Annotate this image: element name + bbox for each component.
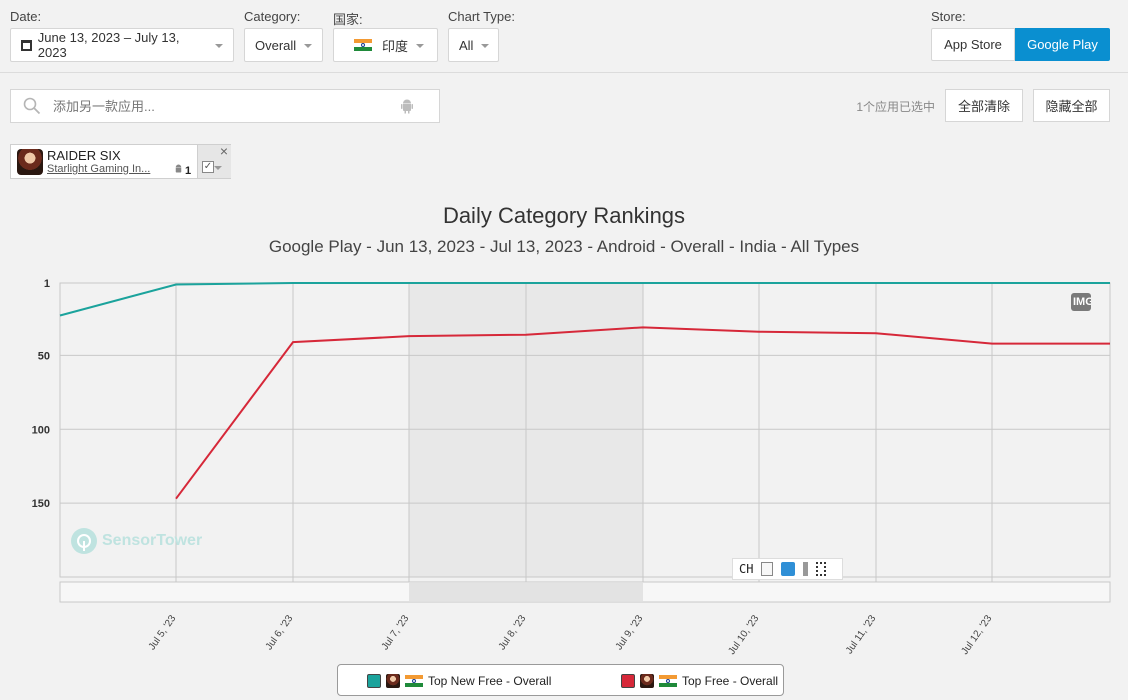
close-icon[interactable]: × xyxy=(220,143,228,159)
india-flag-icon xyxy=(659,675,677,687)
sensortower-logo-icon xyxy=(71,528,97,554)
img-badge[interactable]: IMG xyxy=(1071,293,1091,311)
x-tick-label: Jul 12, '23 xyxy=(959,613,994,657)
x-tick-label: Jul 7, '23 xyxy=(380,613,412,652)
input-method-toolbar: CH xyxy=(732,558,843,580)
chart-legend: Top New Free - Overall Top Free - Overal… xyxy=(337,664,784,696)
chevron-down-icon xyxy=(416,44,425,48)
sensortower-watermark: SensorTower xyxy=(70,527,202,555)
navigator-highlight xyxy=(409,583,643,601)
app-avatar-icon xyxy=(386,674,400,688)
hide-all-button[interactable]: 隐藏全部 xyxy=(1033,89,1110,122)
chart-type-value: All xyxy=(459,37,474,53)
chart-type-label: Chart Type: xyxy=(448,9,515,24)
country-label: 国家: xyxy=(333,12,363,27)
country-value: 印度 xyxy=(382,38,409,54)
navigator-strip xyxy=(59,581,1111,603)
date-range-value: June 13, 2023 – July 13, 2023 xyxy=(37,30,180,60)
app-icon xyxy=(17,149,43,175)
x-tick-label: Jul 10, '23 xyxy=(726,613,761,657)
category-label: Category: xyxy=(244,9,301,24)
date-range-dropdown[interactable]: June 13, 2023 – July 13, 2023 xyxy=(10,28,234,62)
document-icon[interactable] xyxy=(761,562,774,576)
plot-area xyxy=(60,283,1110,577)
app-name: RAIDER SIX xyxy=(47,148,121,163)
y-tick-label: 1 xyxy=(44,278,50,290)
india-flag-icon xyxy=(354,39,372,51)
y-tick-label: 50 xyxy=(38,350,50,362)
app-avatar-icon xyxy=(640,674,654,688)
publisher-link[interactable]: Starlight Gaming In... xyxy=(47,163,150,175)
series-line xyxy=(59,282,1110,317)
chart-type-dropdown[interactable]: All xyxy=(448,28,499,62)
calendar-icon xyxy=(21,39,32,51)
ime-label[interactable]: CH xyxy=(739,562,753,576)
app-card-controls: × ✓ xyxy=(197,143,231,178)
category-value: Overall xyxy=(255,37,297,53)
android-icon xyxy=(401,99,413,114)
legend-label: Top New Free - Overall xyxy=(428,674,552,688)
y-tick-label: 150 xyxy=(32,498,50,510)
selected-count: 1个应用已选中 xyxy=(856,100,935,114)
india-flag-icon xyxy=(405,675,423,687)
x-tick-label: Jul 11, '23 xyxy=(844,613,879,656)
legend-swatch xyxy=(367,674,381,688)
plot-border xyxy=(59,282,1111,578)
chart-title: Daily Category Rankings xyxy=(442,203,686,228)
watermark-text: SensorTower xyxy=(102,532,203,549)
legend-label: Top Free - Overall xyxy=(682,674,779,688)
date-label: Date: xyxy=(10,9,42,24)
weekend-highlight-band xyxy=(409,283,643,577)
store-label: Store: xyxy=(931,9,966,24)
x-tick-label: Jul 6, '23 xyxy=(264,613,296,652)
chevron-down-icon xyxy=(481,44,490,48)
chevron-down-icon[interactable] xyxy=(214,166,222,170)
x-tick-label: Jul 8, '23 xyxy=(497,613,529,652)
search-icon xyxy=(23,97,41,115)
chevron-down-icon xyxy=(215,44,223,48)
expand-icon[interactable] xyxy=(816,562,827,576)
y-tick-label: 100 xyxy=(32,424,50,436)
legend-item-top-new-free[interactable]: Top New Free - Overall xyxy=(367,674,551,688)
x-tick-label: Jul 5, '23 xyxy=(147,613,179,652)
clipboard-icon[interactable] xyxy=(781,562,796,576)
header-divider xyxy=(0,72,1128,73)
add-app-search[interactable] xyxy=(10,89,440,123)
checkbox-icon[interactable]: ✓ xyxy=(202,161,214,173)
legend-item-top-free[interactable]: Top Free - Overall xyxy=(621,674,778,688)
android-icon xyxy=(175,164,182,173)
x-tick-label: Jul 9, '23 xyxy=(614,613,646,652)
google-play-button[interactable]: Google Play xyxy=(1015,28,1110,61)
legend-swatch xyxy=(621,674,635,688)
chevron-down-icon xyxy=(304,44,313,48)
chart-subtitle: Google Play - Jun 13, 2023 - Jul 13, 202… xyxy=(268,237,860,256)
country-dropdown[interactable]: 印度 xyxy=(333,28,438,62)
scrollbar-icon[interactable] xyxy=(803,562,809,576)
app-store-button[interactable]: App Store xyxy=(931,28,1015,61)
category-dropdown[interactable]: Overall xyxy=(244,28,323,62)
app-device-count: 1 xyxy=(185,165,192,177)
clear-all-button[interactable]: 全部清除 xyxy=(945,89,1023,122)
app-card[interactable]: RAIDER SIX Starlight Gaming In... 1 × ✓ xyxy=(10,143,231,179)
series-line xyxy=(175,326,1110,500)
search-input[interactable] xyxy=(51,97,391,115)
